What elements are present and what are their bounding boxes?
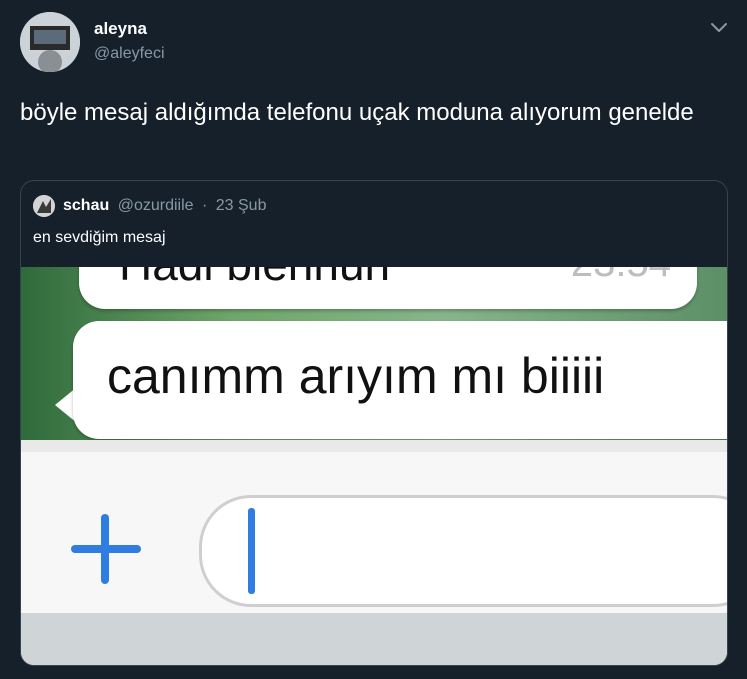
tweet: aleyna @aleyfeci böyle mesaj aldığımda t… (0, 0, 747, 679)
tweet-text: böyle mesaj aldığımda telefonu uçak modu… (20, 99, 694, 126)
author-name[interactable]: aleyna (94, 19, 147, 39)
quoted-date[interactable]: 23 Şub (216, 197, 267, 214)
avatar-image (20, 12, 80, 72)
previous-message-text: Hadi biennun (119, 267, 390, 291)
quoted-meta: schau @ozurdiile · 23 Şub (63, 197, 266, 215)
quoted-media-image[interactable]: Hadi biennun 23:54 canımm arıyım mı biii… (21, 267, 727, 665)
message-input-field (199, 495, 727, 607)
quoted-avatar-image (33, 195, 55, 217)
message-text: canımm arıyım mı biiiii (107, 348, 605, 404)
text-cursor (248, 508, 255, 594)
quoted-tweet[interactable]: schau @ozurdiile · 23 Şub en sevdiğim me… (20, 180, 728, 666)
message-bubble: canımm arıyım mı biiiii (73, 321, 727, 439)
plus-icon (67, 510, 145, 588)
quoted-text: en sevdiğim mesaj (33, 229, 166, 246)
quoted-avatar[interactable] (33, 195, 55, 217)
previous-message-bubble: Hadi biennun 23:54 (79, 267, 697, 309)
chevron-down-icon[interactable] (708, 16, 730, 38)
previous-message-time: 23:54 (571, 267, 671, 286)
meta-separator: · (201, 197, 208, 214)
quoted-author-handle[interactable]: @ozurdiile (118, 197, 194, 214)
quoted-author-name[interactable]: schau (63, 197, 109, 214)
author-handle[interactable]: @aleyfeci (94, 45, 165, 63)
avatar[interactable] (20, 12, 80, 72)
input-divider (21, 440, 727, 452)
keyboard-edge (21, 613, 727, 665)
